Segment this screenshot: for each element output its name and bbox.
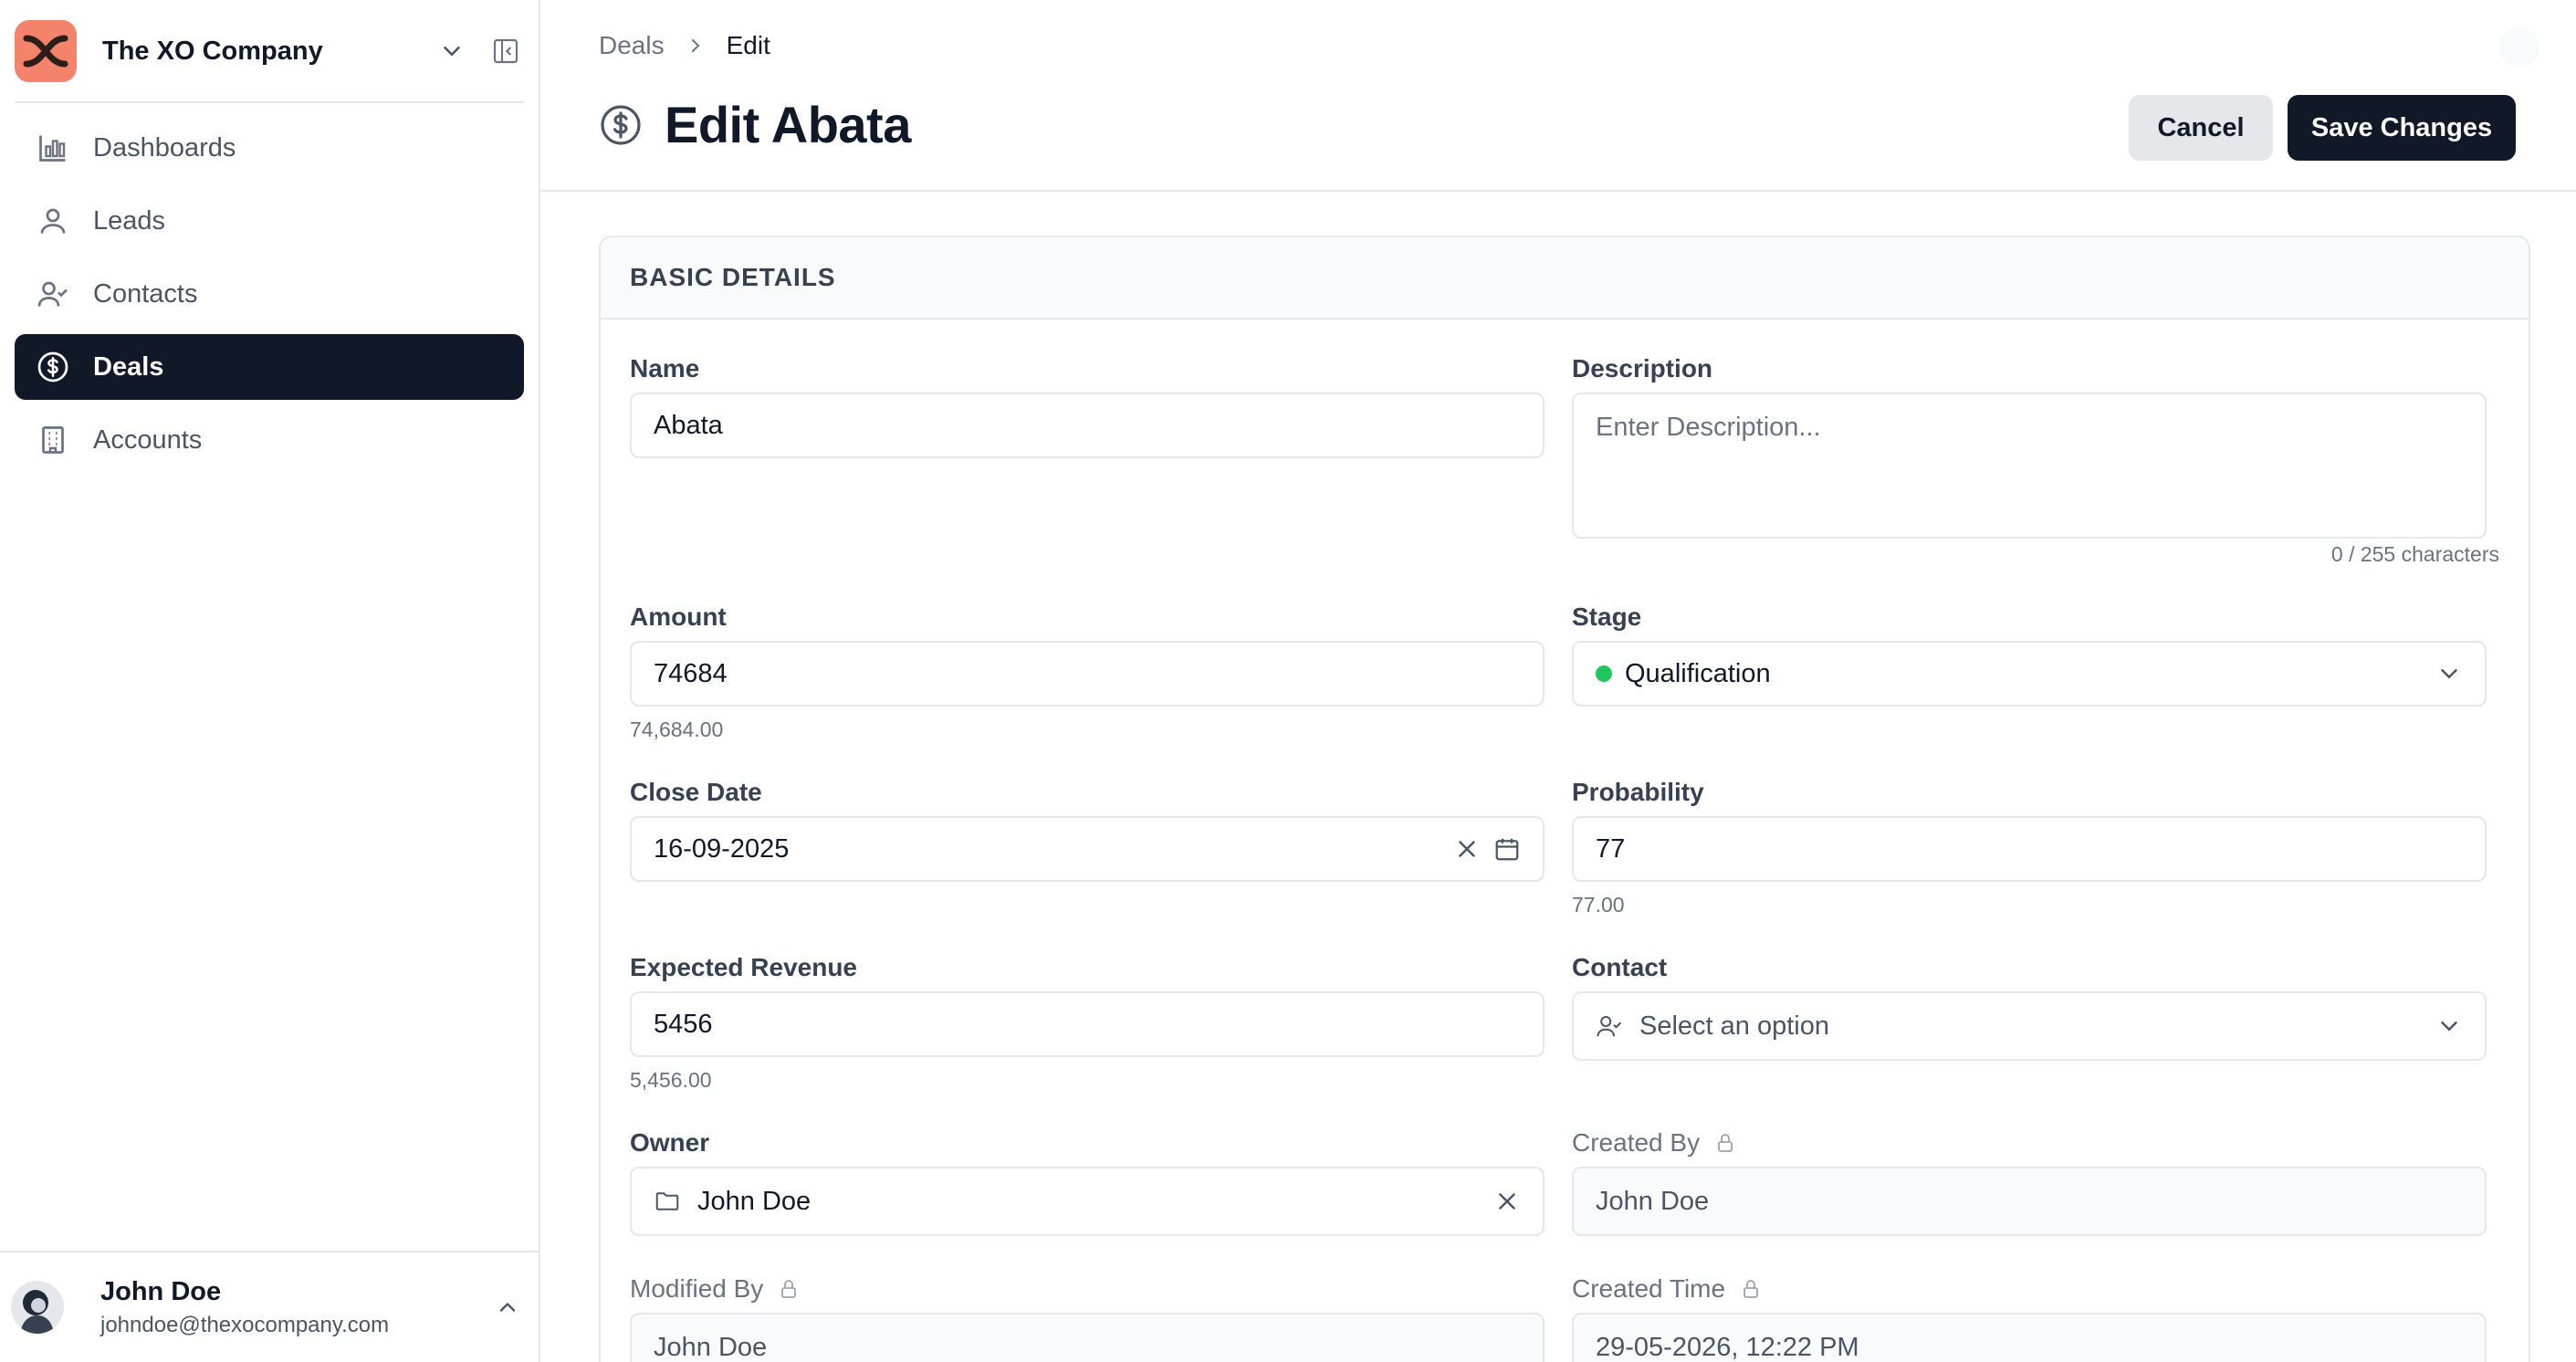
user-check-icon — [1597, 1016, 1622, 1037]
sidebar-divider — [15, 101, 524, 103]
lock-icon — [1744, 1280, 1758, 1298]
breadcrumb-current: Edit — [726, 31, 770, 59]
dollar-circle-icon — [37, 351, 69, 383]
sidebar-item-deals[interactable]: Deals — [15, 334, 524, 400]
name-label: Name — [630, 354, 700, 382]
sidebar-item-accounts[interactable]: Accounts — [15, 407, 524, 473]
modified-by-value: John Doe — [654, 1332, 768, 1362]
probability-field[interactable] — [1572, 816, 2487, 882]
expected-revenue-label: Expected Revenue — [630, 953, 857, 981]
chevron-up-icon[interactable] — [495, 1294, 520, 1320]
modified-by-label-text: Modified By — [630, 1274, 764, 1303]
stage-value: Qualification — [1625, 658, 1771, 688]
header-divider — [540, 190, 2576, 192]
contact-select[interactable]: Select an option — [1572, 991, 2487, 1061]
close-date-input[interactable] — [654, 833, 1453, 864]
created-time-label-text: Created Time — [1572, 1274, 1726, 1303]
name-field[interactable] — [630, 393, 1545, 458]
page-header: Edit Abata — [599, 95, 911, 154]
clear-x-icon[interactable] — [1493, 1188, 1521, 1215]
sidebar-item-label: Contacts — [93, 278, 198, 309]
name-input[interactable] — [654, 410, 1521, 441]
sidebar-item-leads[interactable]: Leads — [15, 188, 524, 254]
stage-label: Stage — [1572, 602, 1642, 631]
created-time-field: 29-05-2026, 12:22 PM — [1572, 1313, 2487, 1362]
amount-label: Amount — [630, 602, 727, 631]
modified-by-field: John Doe — [630, 1313, 1545, 1362]
description-label: Description — [1572, 354, 1713, 382]
org-switcher[interactable]: The XO Company — [15, 16, 524, 86]
description-input[interactable] — [1596, 413, 2463, 519]
created-time-value: 29-05-2026, 12:22 PM — [1596, 1332, 1859, 1362]
description-counter: 0 / 255 characters — [2330, 542, 2499, 566]
owner-label: Owner — [630, 1128, 710, 1157]
expected-revenue-formatted: 5,456.00 — [630, 1068, 712, 1092]
org-name: The XO Company — [102, 36, 323, 66]
expected-revenue-input[interactable] — [654, 1009, 1521, 1040]
breadcrumb: Deals Edit — [599, 31, 770, 60]
created-by-label-text: Created By — [1572, 1128, 1701, 1157]
contact-label: Contact — [1572, 953, 1668, 981]
dollar-circle-icon — [601, 104, 641, 145]
save-changes-button[interactable]: Save Changes — [2288, 95, 2516, 161]
probability-label: Probability — [1572, 778, 1704, 806]
sidebar-item-label: Leads — [93, 205, 166, 236]
probability-input[interactable] — [1596, 833, 2463, 864]
section-title: BASIC DETAILS — [601, 237, 2529, 320]
sidebar-item-label: Accounts — [93, 424, 203, 455]
building-icon — [37, 424, 69, 456]
amount-input[interactable] — [654, 658, 1521, 689]
chevron-down-icon — [2441, 1022, 2457, 1032]
lock-icon — [781, 1280, 797, 1298]
user-email: johndoe@thexocompany.com — [100, 1312, 390, 1337]
owner-select[interactable]: John Doe — [630, 1167, 1545, 1236]
close-date-label: Close Date — [630, 778, 762, 806]
top-right-placeholder — [2499, 27, 2539, 68]
sidebar-item-contacts[interactable]: Contacts — [15, 261, 524, 327]
folder-icon — [655, 1192, 679, 1210]
user-check-icon — [37, 278, 69, 310]
sidebar-nav: Dashboards Leads Contacts Deals Accounts — [15, 115, 524, 480]
main-content: Deals Edit Edit Abata Cancel Save Change… — [540, 0, 2576, 1362]
sidebar-item-label: Deals — [93, 351, 164, 382]
owner-value: John Doe — [697, 1186, 812, 1216]
lock-icon — [1718, 1134, 1733, 1152]
avatar — [11, 1281, 64, 1334]
user-menu[interactable]: John Doe johndoe@thexocompany.com — [0, 1252, 539, 1362]
sidebar-item-label: Dashboards — [93, 132, 236, 162]
stage-select[interactable]: Qualification — [1572, 641, 2487, 707]
calendar-icon[interactable] — [1493, 835, 1521, 863]
breadcrumb-deals-link[interactable]: Deals — [599, 31, 665, 60]
sidebar: The XO Company Dashboards Leads Contacts… — [0, 0, 540, 1362]
company-logo — [15, 20, 77, 82]
stage-status-dot — [1596, 665, 1612, 682]
created-by-label: Created By — [1572, 1128, 1736, 1158]
sidebar-collapse-icon[interactable] — [491, 37, 520, 66]
amount-formatted: 74,684.00 — [630, 718, 724, 741]
chevron-down-icon[interactable] — [438, 37, 466, 65]
description-field[interactable] — [1572, 393, 2487, 539]
amount-field[interactable] — [630, 641, 1545, 707]
close-date-field[interactable] — [630, 816, 1545, 882]
bar-chart-icon — [37, 131, 69, 164]
xo-logo-icon — [23, 35, 68, 68]
probability-formatted: 77.00 — [1572, 893, 1625, 917]
sidebar-item-dashboards[interactable]: Dashboards — [15, 115, 524, 181]
clear-x-icon[interactable] — [1453, 835, 1481, 863]
user-name: John Doe — [100, 1276, 222, 1306]
cancel-button[interactable]: Cancel — [2129, 95, 2273, 161]
modified-by-label: Modified By — [630, 1274, 800, 1304]
expected-revenue-field[interactable] — [630, 991, 1545, 1057]
basic-details-card: BASIC DETAILS Name Description 0 / 255 c… — [599, 236, 2530, 1362]
created-by-field: John Doe — [1572, 1167, 2487, 1236]
chevron-right-icon — [691, 39, 700, 52]
contact-placeholder: Select an option — [1639, 1011, 1829, 1041]
page-title: Edit Abata — [665, 96, 911, 153]
created-time-label: Created Time — [1572, 1274, 1762, 1304]
created-by-value: John Doe — [1596, 1186, 1710, 1216]
chevron-down-icon — [2441, 669, 2457, 679]
user-icon — [37, 204, 69, 237]
